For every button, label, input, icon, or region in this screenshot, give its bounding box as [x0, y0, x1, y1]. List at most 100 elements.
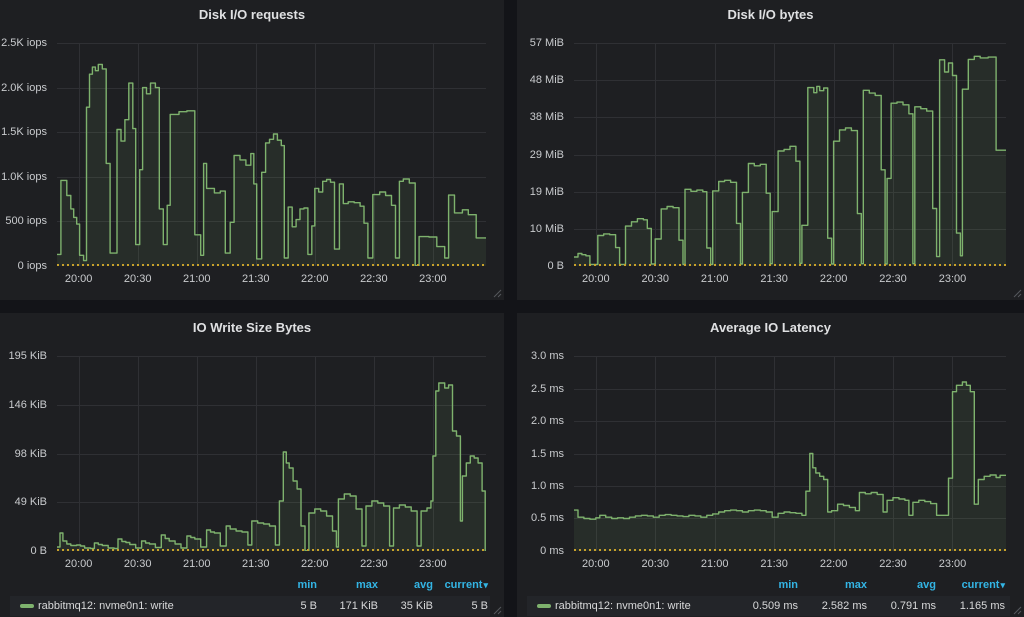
- legend-header-current[interactable]: current▾: [445, 579, 488, 591]
- series-color-swatch[interactable]: [20, 604, 34, 608]
- y-axis-tick-label: 38 MiB: [517, 111, 564, 123]
- y-axis-tick-label: 0 iops: [0, 260, 47, 272]
- panel-title[interactable]: Disk I/O requests: [0, 7, 504, 22]
- y-axis-tick-label: 10 MiB: [517, 223, 564, 235]
- legend-value-avg: 0.791 ms: [891, 600, 936, 612]
- panel-average-io-latency: Average IO Latency min max avg current▾ …: [517, 313, 1024, 617]
- x-axis-tick-label: 23:00: [419, 558, 447, 570]
- x-axis-tick-label: 21:00: [183, 273, 211, 285]
- x-axis-tick-label: 23:00: [939, 558, 967, 570]
- legend-value-current: 5 B: [471, 600, 488, 612]
- y-axis-tick-label: 19 MiB: [517, 186, 564, 198]
- y-axis-tick-label: 195 KiB: [0, 350, 47, 362]
- plot-area[interactable]: [574, 43, 1006, 266]
- y-axis-tick-label: 98 KiB: [0, 448, 47, 460]
- x-axis-tick-label: 21:00: [701, 558, 729, 570]
- x-axis-tick-label: 21:00: [701, 273, 729, 285]
- y-axis-tick-label: 1.0 ms: [517, 480, 564, 492]
- x-axis-tick-label: 20:00: [582, 558, 610, 570]
- x-axis-tick-label: 22:30: [360, 558, 388, 570]
- series-area: [57, 64, 486, 266]
- sort-caret-icon: ▾: [1000, 580, 1005, 590]
- y-axis-tick-label: 146 KiB: [0, 399, 47, 411]
- legend-header-current[interactable]: current▾: [962, 579, 1005, 591]
- y-axis-tick-label: 0 ms: [517, 545, 564, 557]
- x-axis-tick-label: 21:30: [242, 558, 270, 570]
- legend-value-avg: 35 KiB: [401, 600, 433, 612]
- legend-header-avg[interactable]: avg: [917, 579, 936, 591]
- legend-value-min: 5 B: [300, 600, 317, 612]
- y-axis-tick-label: 1.5K iops: [0, 126, 47, 138]
- chart-canvas[interactable]: [574, 43, 1006, 266]
- panel-disk-io-requests: Disk I/O requests 0 iops 500 iops 1.0K iop…: [0, 0, 504, 300]
- y-axis-tick-label: 29 MiB: [517, 149, 564, 161]
- x-axis-tick-label: 22:00: [820, 273, 848, 285]
- panel-resize-handle[interactable]: [1013, 606, 1022, 615]
- panel-title[interactable]: Disk I/O bytes: [517, 7, 1024, 22]
- x-axis-tick-label: 21:30: [760, 273, 788, 285]
- series-line: [574, 382, 1006, 519]
- y-axis-tick-label: 0.5 ms: [517, 512, 564, 524]
- x-axis-tick-label: 22:30: [360, 273, 388, 285]
- chart-canvas[interactable]: [574, 356, 1006, 551]
- legend-value-current: 1.165 ms: [960, 600, 1005, 612]
- chart-canvas[interactable]: [57, 43, 486, 266]
- legend-header-min[interactable]: min: [297, 579, 317, 591]
- legend-header-max[interactable]: max: [845, 579, 867, 591]
- x-axis-tick-label: 20:30: [641, 273, 669, 285]
- x-axis-tick-label: 23:00: [939, 273, 967, 285]
- panel-resize-handle[interactable]: [493, 606, 502, 615]
- x-axis-tick-label: 21:00: [183, 558, 211, 570]
- y-axis-tick-label: 2.0 ms: [517, 415, 564, 427]
- x-axis-tick-label: 20:00: [582, 273, 610, 285]
- dashboard: Disk I/O requests 0 iops 500 iops 1.0K iop…: [0, 0, 1024, 617]
- series-color-swatch[interactable]: [537, 604, 551, 608]
- x-axis-tick-label: 20:30: [641, 558, 669, 570]
- series-area: [574, 382, 1006, 551]
- x-axis-tick-label: 22:00: [301, 558, 329, 570]
- legend-value-min: 0.509 ms: [753, 600, 798, 612]
- y-axis-tick-label: 0 B: [0, 545, 47, 557]
- y-axis-tick-label: 1.5 ms: [517, 448, 564, 460]
- x-axis-tick-label: 21:30: [760, 558, 788, 570]
- x-axis-tick-label: 21:30: [242, 273, 270, 285]
- series-name[interactable]: rabbitmq12: nvme0n1: write: [38, 600, 174, 612]
- y-axis-tick-label: 3.0 ms: [517, 350, 564, 362]
- x-axis-tick-label: 22:30: [879, 558, 907, 570]
- y-axis-tick-label: 2.5 ms: [517, 383, 564, 395]
- series-name[interactable]: rabbitmq12: nvme0n1: write: [555, 600, 691, 612]
- panel-disk-io-bytes: Disk I/O bytes 0 B10 MiB19 MiB29 MiB38 M…: [517, 0, 1024, 300]
- panel-title[interactable]: IO Write Size Bytes: [0, 320, 504, 335]
- y-axis-tick-label: 49 KiB: [0, 496, 47, 508]
- panel-io-write-size: IO Write Size Bytes min max avg current▾…: [0, 313, 504, 617]
- chart-canvas[interactable]: [57, 356, 486, 551]
- series-area: [574, 56, 1006, 266]
- plot-area[interactable]: [574, 356, 1006, 551]
- legend-header-current-label: current: [445, 579, 483, 591]
- plot-area[interactable]: [57, 356, 486, 551]
- panel-title[interactable]: Average IO Latency: [517, 320, 1024, 335]
- x-axis-tick-label: 20:30: [124, 558, 152, 570]
- y-axis-tick-label: 2.5K iops: [0, 37, 47, 49]
- legend-value-max: 171 KiB: [339, 600, 378, 612]
- y-axis-tick-label: 500 iops: [0, 215, 47, 227]
- sort-caret-icon: ▾: [483, 580, 488, 590]
- series-line: [57, 383, 486, 551]
- y-axis-tick-label: 48 MiB: [517, 74, 564, 86]
- plot-area[interactable]: [57, 43, 486, 266]
- legend-header-max[interactable]: max: [356, 579, 378, 591]
- x-axis-tick-label: 22:30: [879, 273, 907, 285]
- y-axis-tick-label: 57 MiB: [517, 37, 564, 49]
- x-axis-tick-label: 20:30: [124, 273, 152, 285]
- legend-header-avg[interactable]: avg: [414, 579, 433, 591]
- legend-header-current-label: current: [962, 579, 1000, 591]
- legend-header-min[interactable]: min: [778, 579, 798, 591]
- panel-resize-handle[interactable]: [493, 289, 502, 298]
- y-axis-tick-label: 1.0K iops: [0, 171, 47, 183]
- panel-resize-handle[interactable]: [1013, 289, 1022, 298]
- x-axis-tick-label: 20:00: [65, 273, 93, 285]
- x-axis-tick-label: 22:00: [820, 558, 848, 570]
- x-axis-tick-label: 23:00: [419, 273, 447, 285]
- x-axis-tick-label: 20:00: [65, 558, 93, 570]
- x-axis-tick-label: 22:00: [301, 273, 329, 285]
